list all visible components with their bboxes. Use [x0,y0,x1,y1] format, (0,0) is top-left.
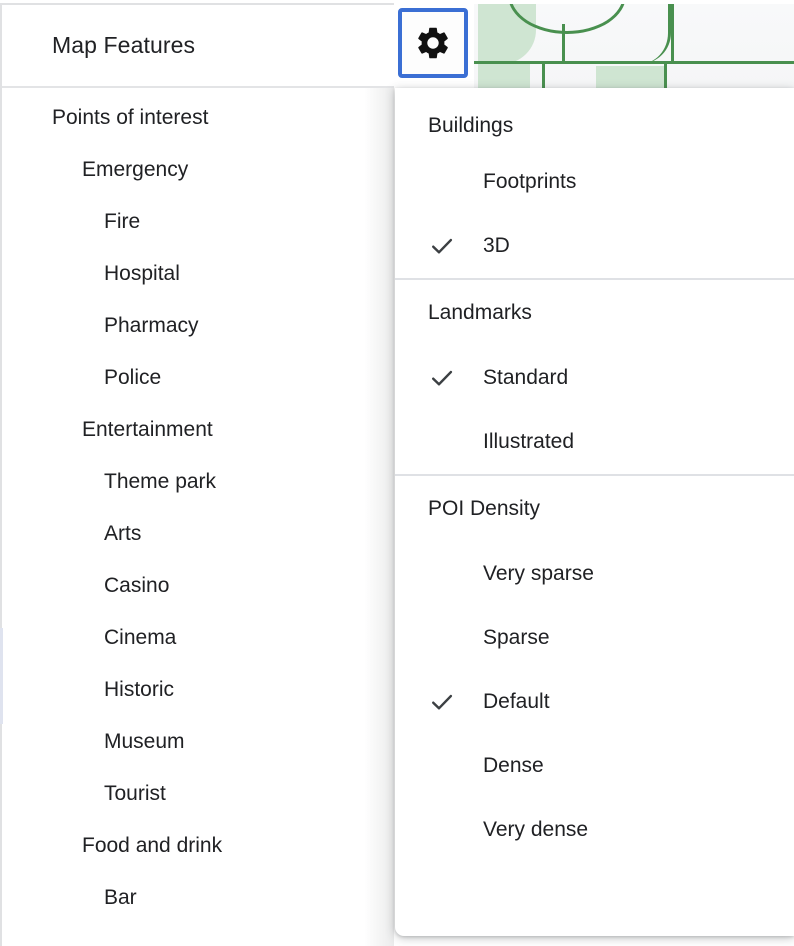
menu-option-label: Standard [483,366,569,389]
tree-item-label: Hospital [104,262,180,285]
menu-option[interactable]: Footprints [395,150,794,214]
map-park-area [478,64,530,90]
menu-option[interactable]: Very sparse [395,542,794,606]
menu-option-label: Default [483,690,550,713]
menu-option-label: Dense [483,754,544,777]
menu-option[interactable]: Default [395,670,794,734]
menu-option-label: Very dense [483,818,589,841]
tree-item-label: Police [104,366,162,389]
menu-option[interactable]: Illustrated [395,410,794,474]
check-icon [428,232,483,260]
map-settings-button[interactable] [398,8,468,78]
menu-option-label: Sparse [483,626,550,649]
menu-section-title: Buildings [428,114,514,137]
tree-item-label: Food and drink [82,834,223,857]
map-road [474,61,794,64]
check-icon [428,364,483,392]
tree-item[interactable]: Hospital [2,248,394,300]
map-park-area [596,66,664,90]
menu-option[interactable]: 3D [395,214,794,278]
menu-option[interactable]: Very dense [395,798,794,862]
map-road [664,61,667,90]
map-canvas[interactable] [474,4,794,90]
map-settings-menu: Buildings Footprints 3D Landmarks Standard Il… [395,88,794,936]
tree-item-label: Pharmacy [104,314,199,337]
menu-option[interactable]: Standard [395,346,794,410]
tree-item-label: Entertainment [82,418,213,441]
app-root: Map Features Points of interest Emergency… [0,0,794,946]
panel-header: Map Features [2,5,394,86]
tree-item-label: Tourist [104,782,166,805]
tree-item[interactable]: Fire [2,196,394,248]
tree-item[interactable]: Points of interest [2,92,394,144]
menu-section-title: Landmarks [428,301,532,324]
tree-item-label: Museum [104,730,185,753]
tree-item[interactable]: Emergency [2,144,394,196]
tree-item[interactable]: Bar [2,872,394,924]
menu-option[interactable]: Dense [395,734,794,798]
menu-option-label: Footprints [483,170,577,193]
panel-header-divider [2,86,394,88]
map-road-bend [640,4,671,64]
tree-item[interactable]: Cinema [2,612,394,664]
menu-section-title: POI Density [428,497,541,520]
tree-item[interactable]: Food and drink [2,820,394,872]
tree-item-label: Theme park [104,470,217,493]
map-road [671,4,674,62]
tree-item[interactable]: Police [2,352,394,404]
tree-item[interactable]: Theme park [2,456,394,508]
map-features-tree: Points of interest Emergency Fire Hospital P… [2,92,394,924]
menu-option-label: Very sparse [483,562,594,585]
menu-option[interactable]: Sparse [395,606,794,670]
tree-item[interactable]: Arts [2,508,394,560]
menu-section: Landmarks Standard Illustrated [395,280,794,474]
check-icon [428,688,483,716]
tree-item-label: Casino [104,574,170,597]
tree-item[interactable]: Entertainment [2,404,394,456]
tree-item-label: Bar [104,886,137,909]
tree-item-label: Cinema [104,626,177,649]
page-title: Map Features [52,32,196,58]
menu-section: POI Density Very sparse Sparse Default Dense… [395,476,794,862]
tree-item-label: Fire [104,210,141,233]
tree-item-label: Points of interest [52,106,209,129]
tree-item-label: Arts [104,522,142,545]
map-road [562,24,565,64]
tree-item-label: Emergency [82,158,189,181]
menu-option-label: 3D [483,234,510,257]
tree-item-label: Historic [104,678,175,701]
tree-item[interactable]: Pharmacy [2,300,394,352]
tree-item[interactable]: Casino [2,560,394,612]
map-road [542,61,545,90]
menu-option-label: Illustrated [483,430,575,453]
tree-item[interactable]: Historic [2,664,394,716]
gear-icon [414,24,452,62]
map-features-panel: Map Features Points of interest Emergency… [0,0,394,946]
tree-item[interactable]: Tourist [2,768,394,820]
menu-section: Buildings Footprints 3D [395,88,794,278]
tree-item[interactable]: Museum [2,716,394,768]
